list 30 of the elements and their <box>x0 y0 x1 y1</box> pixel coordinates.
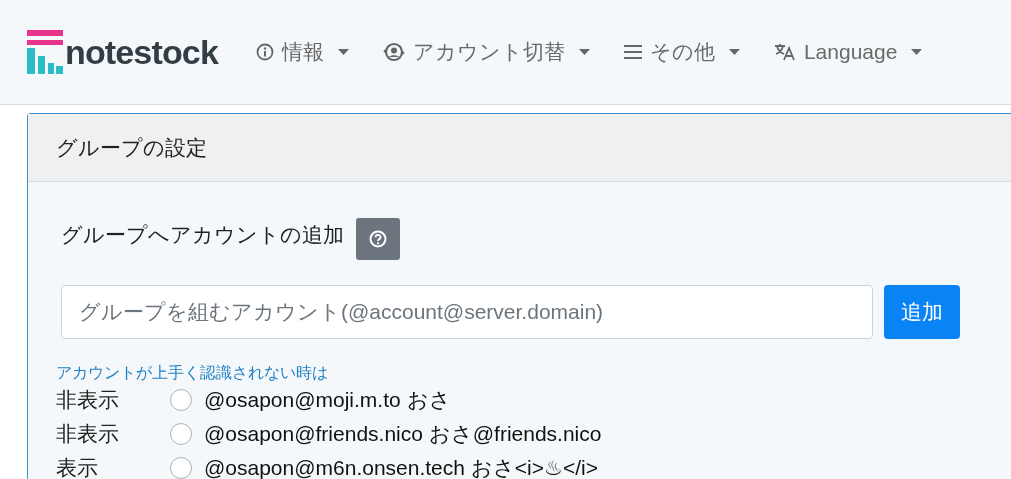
radio-button[interactable] <box>170 389 192 411</box>
translate-icon <box>773 42 796 62</box>
nav-menu-link[interactable]: アカウント切替 <box>412 36 565 68</box>
account-name: @osapon@m6n.onsen.tech おさ<i>♨</i> <box>204 455 599 479</box>
logo-icon <box>27 30 63 74</box>
section-title: グループへアカウントの追加 <box>61 222 344 249</box>
radio-button[interactable] <box>170 423 192 445</box>
card-title: グループの設定 <box>56 134 207 161</box>
visibility-label: 表示 <box>56 455 99 479</box>
help-link[interactable]: アカウントが上手く認識されない時は <box>56 363 1011 383</box>
brand-name[interactable]: notestock <box>65 35 218 69</box>
add-button[interactable]: 追加 <box>884 285 960 339</box>
info-icon <box>255 43 274 61</box>
menu-icon <box>623 44 642 60</box>
visibility-label: 非表示 <box>56 387 120 414</box>
visibility-label: 非表示 <box>56 421 120 448</box>
account-input-field[interactable]: グループを組むアカウント(@account@server.domain) <box>61 285 873 339</box>
caret-icon <box>337 49 349 55</box>
account-name: @osapon@friends.nico おさ@friends.nico <box>204 421 602 448</box>
radio-button[interactable] <box>170 457 192 479</box>
nav-menu-link[interactable]: Language <box>803 36 898 68</box>
caret-icon <box>578 49 590 55</box>
nav-menu-link[interactable]: その他 <box>649 36 715 68</box>
user-circle-icon <box>382 42 405 62</box>
account-name: @osapon@moji.m.to おさ <box>204 387 451 414</box>
help-icon <box>369 230 387 248</box>
caret-icon <box>911 49 923 55</box>
caret-icon <box>728 49 740 55</box>
help-button[interactable] <box>356 218 400 260</box>
nav-menu-link[interactable]: 情報 <box>281 36 324 68</box>
